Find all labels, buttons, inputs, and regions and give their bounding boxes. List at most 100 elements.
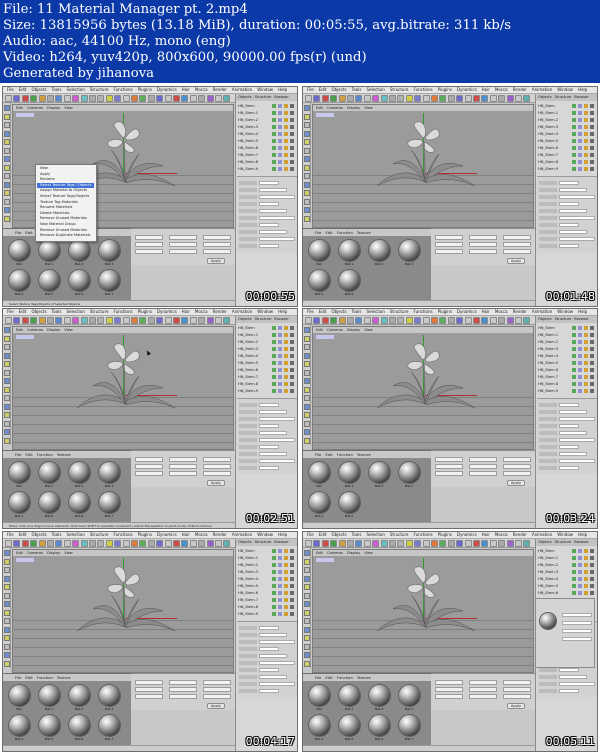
toolbar-tool-icon[interactable] <box>156 540 164 547</box>
toolbar-tool-icon[interactable] <box>139 540 147 547</box>
tag-icon[interactable] <box>272 153 276 157</box>
tag-icon[interactable] <box>272 375 276 379</box>
tag-icon[interactable] <box>578 118 582 122</box>
tag-icon[interactable] <box>272 549 276 553</box>
tag-icon[interactable] <box>284 333 288 337</box>
menu-item[interactable]: Help <box>278 309 287 314</box>
flower-model[interactable] <box>371 342 481 426</box>
toolbar-tool-icon[interactable] <box>215 95 222 102</box>
object-list-row[interactable]: HN_Stem.4 <box>238 131 297 137</box>
tag-icon[interactable] <box>272 556 276 560</box>
toolbar-tool-icon[interactable] <box>189 317 197 324</box>
menu-item[interactable]: Tools <box>352 87 362 92</box>
object-list-row[interactable]: HN_Stem.2 <box>238 117 297 123</box>
coordinate-field[interactable] <box>169 457 197 462</box>
toolbar-tool-icon[interactable] <box>305 540 312 547</box>
object-list-row[interactable]: HN_Stem <box>538 325 597 331</box>
tag-icon[interactable] <box>290 104 294 108</box>
toolbar-tool-icon[interactable] <box>506 540 514 547</box>
menu-item[interactable]: Mocca <box>195 309 208 314</box>
attribute-field[interactable] <box>559 689 579 693</box>
toolbar-tool-icon[interactable] <box>380 95 388 102</box>
panel-tab[interactable]: Objects <box>538 95 552 99</box>
menu-item[interactable]: Functions <box>113 309 132 314</box>
toolbar-tool-icon[interactable] <box>355 540 363 547</box>
mode-tool-icon[interactable] <box>4 113 10 120</box>
tag-icon[interactable] <box>290 326 294 330</box>
menu-item[interactable]: Dynamics <box>157 532 177 537</box>
material-menu-item[interactable]: Edit <box>25 452 32 457</box>
tag-icon[interactable] <box>584 382 588 386</box>
menu-item[interactable]: Mocca <box>195 87 208 92</box>
tag-icon[interactable] <box>278 354 282 358</box>
material-sphere-thumbnail[interactable] <box>69 715 90 736</box>
tag-icon[interactable] <box>284 111 288 115</box>
tag-icon[interactable] <box>578 132 582 136</box>
tag-icon[interactable] <box>590 132 594 136</box>
material-sphere-thumbnail[interactable] <box>309 715 330 736</box>
toolbar-tool-icon[interactable] <box>523 540 531 547</box>
tag-icon[interactable] <box>284 605 288 609</box>
viewport-menu-item[interactable]: View <box>364 106 373 110</box>
object-list-row[interactable]: HN_Stem.6 <box>538 590 597 596</box>
toolbar-tool-icon[interactable] <box>206 95 214 102</box>
toolbar-tool-icon[interactable] <box>72 317 80 324</box>
tag-icon[interactable] <box>290 375 294 379</box>
object-list-row[interactable]: HN_Stem.7 <box>238 152 297 158</box>
tag-icon[interactable] <box>290 605 294 609</box>
tag-icon[interactable] <box>584 549 588 553</box>
attribute-field[interactable] <box>559 424 579 428</box>
mode-tool-icon[interactable] <box>4 198 10 205</box>
toolbar-tool-icon[interactable] <box>489 540 497 547</box>
object-list-row[interactable]: HN_Stem.4 <box>238 576 297 582</box>
material-menu-item[interactable]: Function <box>37 452 53 457</box>
attribute-field[interactable] <box>559 223 579 227</box>
coordinate-field[interactable] <box>203 249 231 254</box>
tag-icon[interactable] <box>590 563 594 567</box>
material-channel-slider[interactable] <box>562 621 592 625</box>
mode-tool-icon[interactable] <box>304 592 310 599</box>
coordinate-field[interactable] <box>435 687 463 692</box>
tag-icon[interactable] <box>572 361 576 365</box>
menu-item[interactable]: Tools <box>352 532 362 537</box>
toolbar-tool-icon[interactable] <box>515 540 522 547</box>
tag-icon[interactable] <box>278 146 282 150</box>
toolbar-tool-icon[interactable] <box>89 540 96 547</box>
toolbar-tool-icon[interactable] <box>13 317 21 324</box>
tag-icon[interactable] <box>272 111 276 115</box>
tag-icon[interactable] <box>584 118 588 122</box>
tag-icon[interactable] <box>278 577 282 581</box>
material-sphere-thumbnail[interactable] <box>339 240 360 261</box>
toolbar-tool-icon[interactable] <box>338 317 346 324</box>
mode-tool-icon[interactable] <box>304 429 310 435</box>
material-sphere-thumbnail[interactable] <box>39 270 60 291</box>
tag-icon[interactable] <box>578 146 582 150</box>
coordinate-field[interactable] <box>469 242 497 247</box>
menu-item[interactable]: Tools <box>52 87 62 92</box>
tag-icon[interactable] <box>572 104 576 108</box>
viewport-menu-item[interactable]: Edit <box>316 106 323 110</box>
menu-item[interactable]: Functions <box>413 309 432 314</box>
tag-icon[interactable] <box>572 347 576 351</box>
toolbar-tool-icon[interactable] <box>47 95 54 102</box>
coordinate-field[interactable] <box>435 694 463 699</box>
material-menu-item[interactable]: Edit <box>25 230 32 235</box>
toolbar-tool-icon[interactable] <box>147 317 155 324</box>
attribute-field[interactable] <box>559 181 579 185</box>
menu-item[interactable]: Window <box>557 309 573 314</box>
mode-tool-icon[interactable] <box>304 198 310 205</box>
menu-item[interactable]: File <box>307 532 314 537</box>
tag-icon[interactable] <box>590 389 594 393</box>
object-list-row[interactable]: HN_Stem.6 <box>538 367 597 373</box>
toolbar-tool-icon[interactable] <box>21 540 29 547</box>
menu-item[interactable]: Functions <box>113 87 132 92</box>
material-menu-item[interactable]: Texture <box>57 675 71 680</box>
mode-tool-icon[interactable] <box>4 207 10 213</box>
mode-tool-icon[interactable] <box>304 652 310 658</box>
object-list-row[interactable]: HN_Stem.3 <box>538 346 597 352</box>
tag-icon[interactable] <box>284 354 288 358</box>
toolbar-tool-icon[interactable] <box>456 317 464 324</box>
material-sphere-thumbnail[interactable] <box>309 685 330 706</box>
coordinate-field[interactable] <box>135 235 163 240</box>
menu-item[interactable]: File <box>307 87 314 92</box>
